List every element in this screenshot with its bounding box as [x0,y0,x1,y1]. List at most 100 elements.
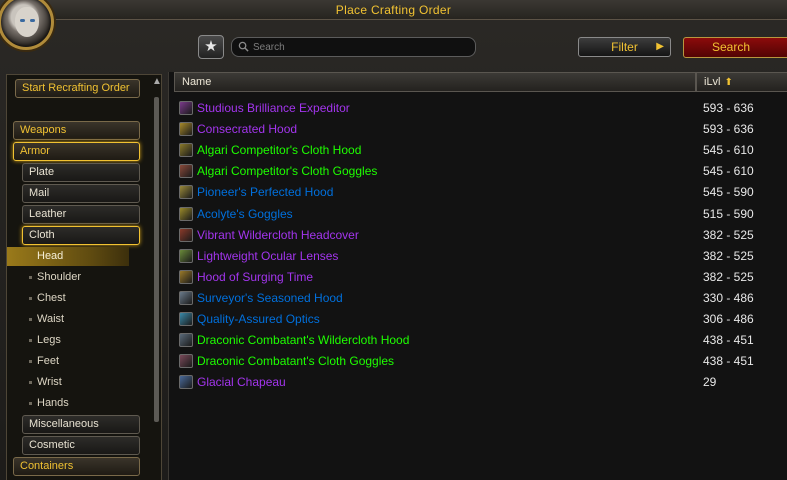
bullet-icon [29,276,32,279]
slot-chest[interactable]: Chest [7,289,129,308]
item-icon [179,164,193,179]
item-icon [179,333,193,348]
item-ilvl: 545 - 610 [703,164,754,179]
bullet-icon [29,360,32,363]
subcategory-cloth[interactable]: Cloth [22,226,140,245]
bullet-icon [29,402,32,405]
item-ilvl: 438 - 451 [703,333,754,348]
bullet-icon [29,339,32,342]
recraft-label: Start Recrafting Order [22,82,130,94]
item-icon [179,375,193,390]
search-icon [238,41,249,52]
portrait-face [15,7,39,37]
chevron-right-icon: ▶ [656,41,664,52]
item-icon [179,312,193,326]
table-row[interactable]: Vibrant Wildercloth Headcover 382 - 525 [174,225,787,246]
slot-waist[interactable]: Waist [7,310,129,329]
item-name: Algari Competitor's Cloth Goggles [197,164,378,179]
slot-label: Chest [37,292,66,304]
item-ilvl: 545 - 610 [703,143,754,158]
item-ilvl: 382 - 525 [703,269,754,284]
item-name: Draconic Combatant's Wildercloth Hood [197,333,410,348]
favorites-star-button[interactable]: ★ [198,35,224,59]
sidebar-scrollbar[interactable] [154,97,159,422]
item-name: Lightweight Ocular Lenses [197,248,339,263]
slot-label: Wrist [37,376,62,388]
filter-label: Filter [611,40,638,54]
bullet-icon [29,381,32,384]
scroll-up-icon[interactable]: ▲ [152,77,162,87]
start-recrafting-order-button[interactable]: Start Recrafting Order [15,79,140,98]
subcategory-leather[interactable]: Leather [22,205,140,224]
search-button[interactable]: Search [683,37,787,58]
slot-label: Feet [37,355,60,367]
slot-wrist[interactable]: Wrist [7,373,129,392]
item-ilvl: 382 - 525 [703,227,754,242]
item-icon [179,122,193,137]
filter-button[interactable]: Filter ▶ [578,37,671,57]
portrait-eye [30,19,35,22]
item-ilvl: 545 - 590 [703,185,754,200]
slot-head[interactable]: Head [7,247,129,266]
category-containers[interactable]: Containers [13,457,140,476]
table-row[interactable]: Lightweight Ocular Lenses 382 - 525 [174,246,787,267]
subcategory-label: Cloth [29,229,55,241]
subcategory-cosmetic[interactable]: Cosmetic [22,436,140,455]
subcategory-plate[interactable]: Plate [22,163,140,182]
search-input[interactable] [253,39,468,55]
sort-arrow-icon: ⬆ [724,77,733,88]
slot-label: Shoulder [37,271,82,283]
table-row[interactable]: Draconic Combatant's Cloth Goggles 438 - … [174,351,787,372]
item-name: Glacial Chapeau [197,375,286,390]
bullet-icon [29,318,32,321]
table-row[interactable]: Hood of Surging Time 382 - 525 [174,267,787,288]
table-row[interactable]: Draconic Combatant's Wildercloth Hood 438… [174,330,787,351]
table-row[interactable]: Acolyte's Goggles 515 - 590 [174,204,787,225]
item-name: Surveyor's Seasoned Hood [197,290,343,305]
table-row[interactable]: Quality-Assured Optics 306 - 486 [174,309,787,330]
slot-label: Waist [37,313,65,325]
item-icon [179,248,193,263]
subcategory-mail[interactable]: Mail [22,184,140,203]
table-row[interactable]: Surveyor's Seasoned Hood 330 - 486 [174,288,787,309]
table-row[interactable]: Consecrated Hood 593 - 636 [174,119,787,140]
table-row[interactable]: Algari Competitor's Cloth Hood 545 - 610 [174,140,787,161]
slot-feet[interactable]: Feet [7,352,129,371]
category-label: Armor [20,145,50,157]
item-icon [179,354,193,369]
item-name: Studious Brilliance Expeditor [197,101,350,115]
item-ilvl: 515 - 590 [703,206,754,221]
item-name: Consecrated Hood [197,122,298,137]
item-icon [179,290,193,305]
category-weapons[interactable]: Weapons [13,121,140,140]
category-sidebar: Start Recrafting Order Weapons Armor Pla… [6,74,162,480]
item-ilvl: 593 - 636 [703,122,754,137]
slot-label: Hands [37,397,69,409]
subcategory-label: Cosmetic [29,439,75,451]
item-ilvl: 438 - 451 [703,354,754,369]
search-box[interactable] [231,37,476,57]
item-ilvl: 306 - 486 [703,312,754,326]
table-row[interactable]: Glacial Chapeau 29 [174,372,787,393]
column-header-ilvl[interactable]: iLvl ⬆ [696,72,787,92]
item-icon [179,206,193,221]
item-name: Algari Competitor's Cloth Hood [197,143,362,158]
slot-label: Legs [37,334,61,346]
item-icon [179,269,193,284]
portrait-eye [20,19,25,22]
slot-hands[interactable]: Hands [7,394,129,413]
table-row[interactable]: Algari Competitor's Cloth Goggles 545 - 6… [174,161,787,182]
subcategory-label: Miscellaneous [29,418,99,430]
item-name: Hood of Surging Time [197,269,314,284]
column-header-name[interactable]: Name [174,72,696,92]
category-armor[interactable]: Armor [13,142,140,161]
table-row[interactable]: Pioneer's Perfected Hood 545 - 590 [174,182,787,203]
subcategory-label: Plate [29,166,55,178]
item-name: Pioneer's Perfected Hood [197,185,334,200]
subcategory-miscellaneous[interactable]: Miscellaneous [22,415,140,434]
slot-shoulder[interactable]: Shoulder [7,268,129,287]
slot-legs[interactable]: Legs [7,331,129,350]
table-row[interactable]: Studious Brilliance Expeditor 593 - 636 [174,98,787,119]
subcategory-label: Leather [29,208,67,220]
item-ilvl: 330 - 486 [703,290,754,305]
